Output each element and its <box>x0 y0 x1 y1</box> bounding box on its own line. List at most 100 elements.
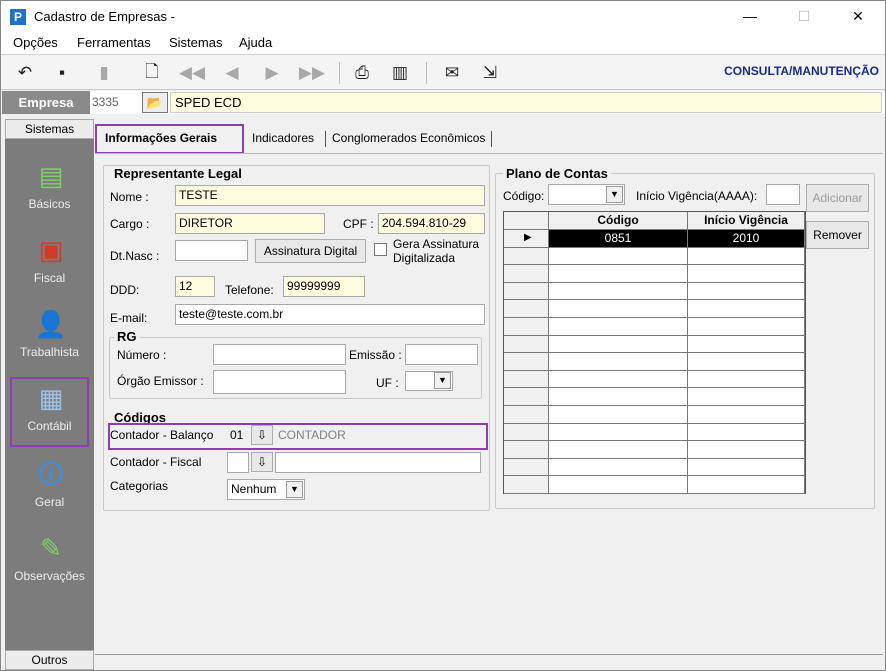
cell-inicio-vigencia[interactable] <box>688 370 805 389</box>
cell-inicio-vigencia[interactable] <box>688 388 805 406</box>
row-marker[interactable] <box>504 406 549 424</box>
row-marker[interactable] <box>504 335 549 354</box>
cell-codigo[interactable] <box>549 282 688 301</box>
row-marker[interactable] <box>504 318 549 336</box>
cell-inicio-vigencia[interactable]: 2010 <box>688 230 805 248</box>
app-logo-icon: P <box>10 9 26 25</box>
cell-inicio-vigencia[interactable] <box>688 441 805 459</box>
cell-inicio-vigencia[interactable] <box>688 476 805 494</box>
tab-conglomerados[interactable]: Conglomerados Econômicos <box>328 128 489 150</box>
cargo-field[interactable]: DIRETOR <box>175 213 325 234</box>
row-marker[interactable] <box>504 282 549 301</box>
save-icon[interactable]: ▪ <box>51 62 73 84</box>
chevron-down-icon[interactable]: ▼ <box>606 186 623 203</box>
row-marker[interactable] <box>504 370 549 389</box>
cell-codigo[interactable] <box>549 247 688 266</box>
cell-inicio-vigencia[interactable] <box>688 353 805 371</box>
menu-ajuda[interactable]: Ajuda <box>239 35 272 50</box>
sidebar-item-observacoes[interactable]: ✎ Observações <box>7 527 92 597</box>
cell-inicio-vigencia[interactable] <box>688 265 805 283</box>
exit-icon[interactable]: ⇲ <box>479 62 501 84</box>
cell-codigo[interactable] <box>549 300 688 318</box>
preview-icon[interactable]: 🗋 <box>141 62 163 84</box>
empresa-label: Empresa <box>2 91 90 114</box>
row-marker[interactable] <box>504 476 549 494</box>
contador-fiscal-code[interactable] <box>227 452 249 473</box>
rg-orgao-field[interactable] <box>213 370 346 394</box>
cell-inicio-vigencia[interactable] <box>688 282 805 301</box>
cell-codigo[interactable] <box>549 370 688 389</box>
ddd-field[interactable]: 12 <box>175 276 215 297</box>
sidebar-item-geral[interactable]: 🛈 Geral <box>7 453 92 523</box>
sidebar-item-fiscal[interactable]: ▣ Fiscal <box>7 229 92 299</box>
assinatura-digital-button[interactable]: Assinatura Digital <box>255 239 366 263</box>
email-field[interactable]: teste@teste.com.br <box>175 304 485 325</box>
first-icon[interactable]: ◀◀ <box>179 62 205 84</box>
scan-icon[interactable]: ▥ <box>389 62 411 84</box>
row-marker[interactable]: ▶ <box>504 230 549 248</box>
minimize-button[interactable]: — <box>727 1 773 31</box>
export-icon[interactable]: ✉ <box>441 62 463 84</box>
row-marker[interactable] <box>504 247 549 266</box>
cell-codigo[interactable] <box>549 335 688 354</box>
tab-indicadores[interactable]: Indicadores <box>248 128 318 150</box>
cell-codigo[interactable] <box>549 406 688 424</box>
cell-inicio-vigencia[interactable] <box>688 247 805 266</box>
cell-codigo[interactable] <box>549 318 688 336</box>
cell-inicio-vigencia[interactable] <box>688 335 805 354</box>
column-header-codigo[interactable]: Código <box>549 212 688 230</box>
menu-ferramentas[interactable]: Ferramentas <box>77 35 151 50</box>
print-icon[interactable]: ⎙ <box>351 62 373 84</box>
cell-codigo[interactable] <box>549 441 688 459</box>
nome-field[interactable]: TESTE <box>175 185 485 206</box>
undo-icon[interactable]: ↶ <box>14 62 36 84</box>
rg-emissao-field[interactable] <box>405 344 478 365</box>
rg-numero-field[interactable] <box>213 344 346 365</box>
menu-opcoes[interactable]: Opções <box>13 35 58 50</box>
telefone-field[interactable]: 99999999 <box>283 276 365 297</box>
prev-icon[interactable]: ◀ <box>221 62 243 84</box>
open-folder-button[interactable]: 📂 <box>142 92 168 113</box>
row-marker[interactable] <box>504 388 549 406</box>
representante-title: Representante Legal <box>111 166 245 181</box>
row-marker[interactable] <box>504 300 549 318</box>
row-marker[interactable] <box>504 458 549 477</box>
row-marker[interactable] <box>504 423 549 442</box>
plano-vigencia-field[interactable] <box>766 184 800 205</box>
cell-codigo[interactable] <box>549 423 688 442</box>
menu-sistemas[interactable]: Sistemas <box>169 35 222 50</box>
cell-codigo[interactable]: 0851 <box>549 230 688 248</box>
sidebar-item-trabalhista[interactable]: 👤 Trabalhista <box>7 303 92 373</box>
outros-header[interactable]: Outros <box>5 650 94 670</box>
cell-inicio-vigencia[interactable] <box>688 423 805 442</box>
cell-codigo[interactable] <box>549 458 688 477</box>
chevron-down-icon[interactable]: ▼ <box>434 372 451 389</box>
row-marker[interactable] <box>504 441 549 459</box>
cell-inicio-vigencia[interactable] <box>688 318 805 336</box>
sistemas-header[interactable]: Sistemas <box>5 119 94 139</box>
chevron-down-icon[interactable]: ▼ <box>286 481 303 498</box>
row-marker[interactable] <box>504 265 549 283</box>
cell-inicio-vigencia[interactable] <box>688 458 805 477</box>
gera-assinatura-checkbox[interactable] <box>374 243 387 256</box>
maximize-button[interactable]: ☐ <box>781 1 827 31</box>
next-icon[interactable]: ▶ <box>261 62 283 84</box>
close-button[interactable]: ✕ <box>835 1 881 31</box>
cell-inicio-vigencia[interactable] <box>688 300 805 318</box>
nome-label: Nome : <box>110 190 149 204</box>
dtnasc-field[interactable] <box>175 240 248 261</box>
sidebar-item-basicos[interactable]: ▤ Básicos <box>7 155 92 225</box>
cell-codigo[interactable] <box>549 353 688 371</box>
adicionar-button[interactable]: Adicionar <box>806 184 869 212</box>
cell-codigo[interactable] <box>549 388 688 406</box>
column-header-inicio-vigencia[interactable]: Início Vigência <box>688 212 805 230</box>
cell-codigo[interactable] <box>549 265 688 283</box>
row-marker[interactable] <box>504 353 549 371</box>
new-icon[interactable]: ▮ <box>93 62 115 84</box>
contador-fiscal-lookup-button[interactable]: ⇩ <box>251 452 273 472</box>
cell-inicio-vigencia[interactable] <box>688 406 805 424</box>
cell-codigo[interactable] <box>549 476 688 494</box>
last-icon[interactable]: ▶▶ <box>299 62 325 84</box>
remover-button[interactable]: Remover <box>806 221 869 249</box>
cpf-field[interactable]: 204.594.810-29 <box>378 213 485 234</box>
